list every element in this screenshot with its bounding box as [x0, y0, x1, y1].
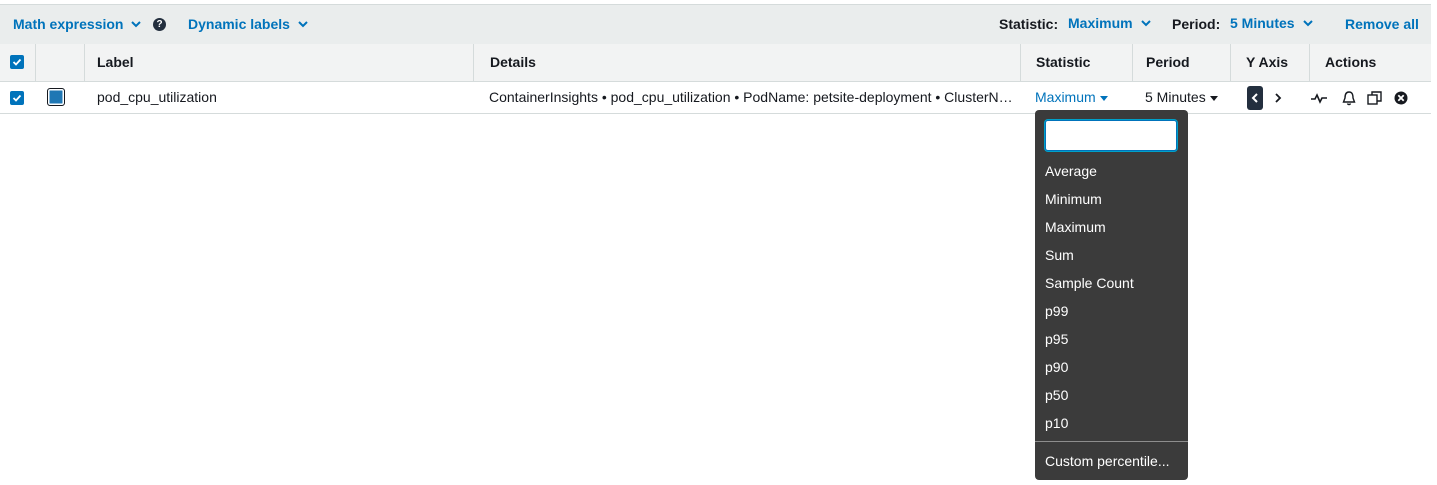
- row-period-value: 5 Minutes: [1145, 89, 1206, 105]
- chevron-down-icon: [1302, 20, 1313, 27]
- metric-label[interactable]: pod_cpu_utilization: [97, 82, 467, 113]
- statistic-option-sample-count[interactable]: Sample Count: [1045, 275, 1134, 291]
- metrics-toolbar: Math expression ? Dynamic labels Statist…: [0, 4, 1431, 45]
- row-period-dropdown[interactable]: 5 Minutes: [1145, 82, 1230, 113]
- actions-column-header: Actions: [1325, 54, 1377, 70]
- select-all-checkbox[interactable]: [10, 55, 24, 69]
- statistic-option-custom-percentile[interactable]: Custom percentile...: [1045, 453, 1170, 469]
- period-label: Period:: [1172, 16, 1221, 32]
- period-column-header[interactable]: Period: [1133, 44, 1231, 81]
- global-period-value: 5 Minutes: [1230, 15, 1295, 31]
- row-statistic-dropdown[interactable]: Maximum: [1035, 82, 1125, 113]
- chevron-right-icon: [1275, 93, 1282, 103]
- dynamic-labels-dropdown[interactable]: Dynamic labels: [188, 16, 309, 32]
- help-icon[interactable]: ?: [153, 18, 166, 31]
- close-icon[interactable]: [1392, 90, 1410, 106]
- color-column-header: [36, 44, 85, 81]
- statistic-option-p99[interactable]: p99: [1045, 303, 1068, 319]
- bell-icon[interactable]: [1340, 90, 1358, 106]
- row-select-checkbox[interactable]: [10, 91, 24, 105]
- dropdown-divider: [1035, 441, 1188, 442]
- yaxis-right-button[interactable]: [1271, 86, 1285, 110]
- statistic-column-header[interactable]: Statistic: [1021, 44, 1133, 81]
- chevron-down-icon: [1140, 20, 1151, 27]
- math-expression-label: Math expression: [13, 16, 124, 32]
- dynamic-labels-label: Dynamic labels: [188, 16, 290, 32]
- statistic-option-minimum[interactable]: Minimum: [1045, 191, 1102, 207]
- check-icon: [12, 94, 22, 102]
- series-color-swatch[interactable]: [47, 88, 65, 106]
- statistic-option-p90[interactable]: p90: [1045, 359, 1068, 375]
- statistic-dropdown-menu: Average Minimum Maximum Sum Sample Count…: [1035, 110, 1188, 480]
- details-column-header[interactable]: Details: [474, 44, 1021, 81]
- statistic-label: Statistic:: [999, 16, 1059, 32]
- statistic-option-sum[interactable]: Sum: [1045, 247, 1074, 263]
- caret-down-icon: [1209, 95, 1218, 101]
- copy-icon[interactable]: [1366, 90, 1384, 106]
- chevron-down-icon: [298, 21, 308, 28]
- caret-down-icon: [1099, 95, 1108, 101]
- table-header: Label Details Statistic Period Y Axis Ac…: [0, 44, 1431, 82]
- statistic-option-p50[interactable]: p50: [1045, 387, 1068, 403]
- global-statistic-value: Maximum: [1068, 15, 1133, 31]
- select-all-cell: [0, 44, 36, 81]
- statistic-option-p95[interactable]: p95: [1045, 331, 1068, 347]
- math-expression-dropdown[interactable]: Math expression: [13, 16, 142, 32]
- metric-details: ContainerInsights • pod_cpu_utilization …: [489, 89, 1019, 105]
- remove-all-button[interactable]: Remove all: [1345, 16, 1419, 32]
- table-row: pod_cpu_utilization ContainerInsights • …: [0, 82, 1431, 114]
- statistic-option-p10[interactable]: p10: [1045, 415, 1068, 431]
- chevron-left-icon: [1251, 93, 1258, 103]
- check-icon: [12, 58, 22, 66]
- yaxis-column-header[interactable]: Y Axis: [1231, 44, 1310, 81]
- statistic-option-average[interactable]: Average: [1045, 163, 1097, 179]
- statistic-option-maximum[interactable]: Maximum: [1045, 219, 1106, 235]
- yaxis-left-button[interactable]: [1247, 86, 1263, 110]
- row-statistic-value: Maximum: [1035, 89, 1096, 105]
- chevron-down-icon: [131, 21, 142, 28]
- global-statistic-dropdown[interactable]: Maximum: [1068, 15, 1152, 31]
- global-period-dropdown[interactable]: 5 Minutes: [1230, 15, 1314, 31]
- graph-metric-icon[interactable]: [1310, 90, 1328, 106]
- label-column-header[interactable]: Label: [85, 44, 474, 81]
- statistic-search-input[interactable]: [1045, 120, 1177, 151]
